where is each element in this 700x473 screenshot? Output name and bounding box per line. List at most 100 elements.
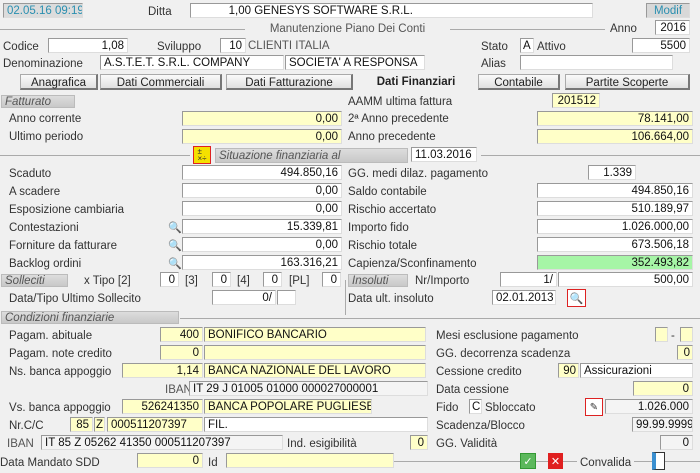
magnifier-icon[interactable]: 🔍 <box>168 237 182 253</box>
sdd-field[interactable]: 0 <box>137 453 203 468</box>
cc-num[interactable]: 000511207397 <box>107 417 203 432</box>
contestazioni-field: 15.339,81 <box>182 219 342 234</box>
anno-corrente-label: Anno corrente <box>9 113 82 125</box>
stato-value[interactable]: 5500 <box>632 38 690 53</box>
pag-abituale-code[interactable]: 400 <box>160 327 203 342</box>
esposizione-label: Esposizione cambiaria <box>9 204 125 216</box>
scaduto-label: Scaduto <box>9 168 52 180</box>
stato-field[interactable]: A <box>520 38 534 53</box>
sviluppo-label: Sviluppo <box>157 41 202 53</box>
vs-banca-code[interactable]: 526241350 <box>122 399 203 414</box>
fido-value: 1.026.000 <box>605 399 693 414</box>
denominazione-label: Denominazione <box>3 58 83 70</box>
scadenza-field: 99.99.9999 <box>632 417 693 432</box>
document-icon[interactable] <box>652 452 665 470</box>
cc-fil[interactable]: FIL. <box>204 417 428 432</box>
ultimo-sollecito-data: 0/ <box>212 290 276 305</box>
tab-partite-scoperte[interactable]: Partite Scoperte <box>565 74 690 90</box>
magnifier-icon[interactable]: 🔍 <box>168 255 182 271</box>
validita-label: GG. Validità <box>436 438 498 450</box>
cessione-label: Cessione credito <box>436 366 522 378</box>
tipo2-label: x Tipo [2] <box>84 275 131 287</box>
cancel-x-icon[interactable]: ✕ <box>548 453 563 469</box>
fido-label: Fido <box>436 402 459 414</box>
anno-label: Anno <box>610 23 637 35</box>
cessione-code[interactable]: 90 <box>558 363 579 378</box>
vs-iban-field: IT 85 Z 05262 41350 000511207397 <box>41 435 283 450</box>
calculator-icon[interactable]: ± ×÷ <box>193 146 211 164</box>
capienza-field: 352.493,82 <box>537 255 693 270</box>
nr-importo-label: Nr/Importo <box>415 275 470 287</box>
a-scadere-field: 0,00 <box>182 183 342 198</box>
ns-iban-field: IT 29 J 01005 01000 000027000001 <box>189 381 428 396</box>
sviluppo-desc: CLIENTI ITALIA <box>248 40 330 52</box>
contestazioni-label: Contestazioni <box>9 222 79 234</box>
saldo-field: 494.850,16 <box>537 183 693 198</box>
mesi1-field[interactable] <box>655 327 668 342</box>
denominazione2-field[interactable]: SOCIETA' A RESPONSA <box>285 55 425 70</box>
tab-dati-commerciali[interactable]: Dati Commerciali <box>100 74 222 90</box>
ns-iban-label: IBAN <box>165 384 192 396</box>
mesi-sep: - <box>671 330 675 342</box>
gg-decorrenza-field[interactable]: 0 <box>677 345 693 360</box>
sviluppo-field[interactable]: 10 <box>220 38 246 53</box>
magnifier-icon[interactable]: 🔍 <box>567 289 586 307</box>
pag-note-label: Pagam. note credito <box>9 348 112 360</box>
pag-note-code[interactable]: 0 <box>160 345 203 360</box>
insoluti-section: Insoluti <box>348 274 408 287</box>
aamm-label: AAMM ultima fattura <box>348 96 453 108</box>
backlog-label: Backlog ordini <box>9 258 82 270</box>
gg-medi-field: 1.339 <box>588 165 636 180</box>
importo-fido-label: Importo fido <box>348 222 409 234</box>
ns-banca-desc: BANCA NAZIONALE DEL LAVORO <box>204 363 426 378</box>
vs-banca-label: Vs. banca appoggio <box>9 402 111 414</box>
solleciti-section: Solleciti <box>1 274 68 287</box>
mesi-label: Mesi esclusione pagamento <box>436 330 579 342</box>
tab-contabile[interactable]: Contabile <box>478 74 560 90</box>
anno2-prec-label: 2ª Anno precedente <box>348 113 449 125</box>
gg-decorrenza-label: GG. decorrenza scadenza <box>436 348 571 360</box>
denominazione1-field[interactable]: A.S.T.E.T. S.R.L. COMPANY <box>100 55 284 70</box>
ultimo-sollecito-tipo <box>277 290 296 305</box>
mode-button[interactable]: Modif <box>646 3 690 18</box>
fido-code[interactable]: C <box>469 399 482 414</box>
tipo4-field: 0 <box>263 272 282 287</box>
data-cessione-field[interactable]: 0 <box>633 381 693 396</box>
ultimo-periodo-field: 0,00 <box>182 129 342 144</box>
ns-banca-code[interactable]: 1,14 <box>122 363 203 378</box>
insoluti-importo-field: 500,00 <box>558 272 693 287</box>
tab-anagrafica[interactable]: Anagrafica <box>20 74 98 90</box>
cessione-desc: Assicurazioni <box>580 363 693 378</box>
situazione-date[interactable]: 11.03.2016 <box>411 147 477 162</box>
confirm-check-icon[interactable]: ✓ <box>520 453 536 469</box>
tipo2-field: 0 <box>160 272 179 287</box>
esigibilita-field[interactable]: 0 <box>410 435 428 450</box>
page-title: Manutenzione Piano Dei Conti <box>269 23 426 35</box>
codice-field[interactable]: 1,08 <box>48 38 128 53</box>
situazione-label: Situazione finanziaria al <box>215 148 408 163</box>
insoluti-nr-field: 1/ <box>500 272 557 287</box>
forniture-label: Forniture da fatturare <box>9 240 118 252</box>
ditta-field[interactable]: 1,00 GENESYS SOFTWARE S.R.L. <box>190 3 593 18</box>
esposizione-field: 0,00 <box>182 201 342 216</box>
tipo3-field: 0 <box>212 272 231 287</box>
vs-banca-desc: BANCA POPOLARE PUGLIESE <box>204 399 372 414</box>
saldo-label: Saldo contabile <box>348 186 427 198</box>
anno-field[interactable]: 2016 <box>655 20 690 35</box>
alias-field[interactable] <box>520 55 673 70</box>
edit-pen-icon[interactable]: ✎ <box>585 398 603 416</box>
tab-dati-fatturazione[interactable]: Dati Fatturazione <box>226 74 353 90</box>
data-insoluto-field: 02.01.2013 <box>492 290 556 305</box>
tab-dati-finanziari[interactable]: Dati Finanziari <box>356 74 476 90</box>
magnifier-icon[interactable]: 🔍 <box>168 219 182 235</box>
anno2-prec-field: 78.141,00 <box>537 111 693 126</box>
id-field[interactable] <box>226 453 394 468</box>
cc-cin[interactable]: Z <box>94 417 105 432</box>
pag-abituale-desc: BONIFICO BANCARIO <box>204 327 426 342</box>
mesi2-field[interactable] <box>680 327 693 342</box>
cc-cin-num[interactable]: 85 <box>70 417 93 432</box>
rischio-totale-field: 673.506,18 <box>537 237 693 252</box>
scaduto-field: 494.850,16 <box>182 165 342 180</box>
pl-field: 0 <box>322 272 341 287</box>
esigibilita-label: Ind. esigibilità <box>287 438 357 450</box>
